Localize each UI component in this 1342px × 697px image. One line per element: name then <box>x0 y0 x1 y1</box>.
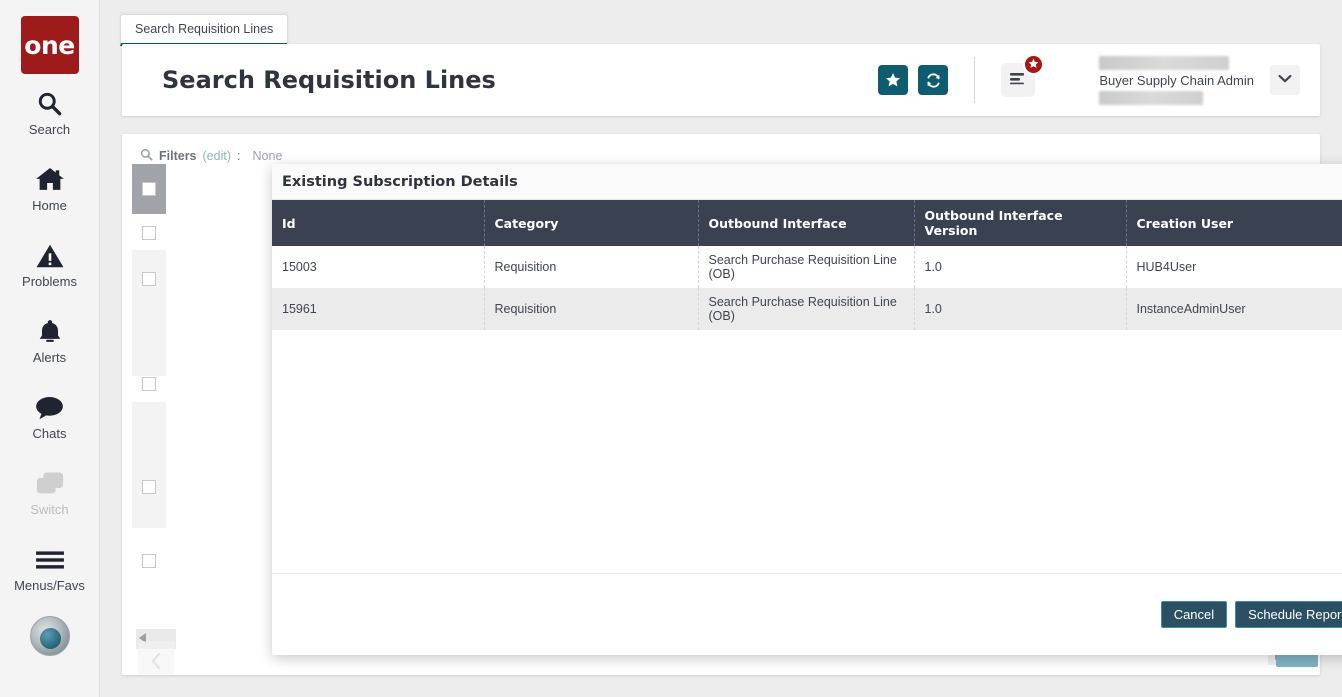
filters-value: None <box>252 149 283 163</box>
star-icon <box>885 72 901 88</box>
column-header-id[interactable]: Id <box>272 200 485 246</box>
sidebar-item-search[interactable]: Search <box>0 74 100 150</box>
table-row[interactable]: 15003 Requisition Search Purchase Requis… <box>272 246 1342 288</box>
row-checkbox[interactable] <box>142 377 156 391</box>
table-body: 15003 Requisition Search Purchase Requis… <box>272 246 1342 330</box>
chat-bubble-icon <box>35 393 64 423</box>
dialog-titlebar: Existing Subscription Details <box>272 164 1342 200</box>
row-checkbox-cell[interactable] <box>132 226 166 240</box>
user-menu-button[interactable] <box>1270 65 1300 95</box>
warning-triangle-icon <box>36 241 64 271</box>
cell-id[interactable]: 15003 <box>272 246 485 288</box>
sidebar-item-problems[interactable]: Problems <box>0 226 100 302</box>
table-row[interactable]: 15961 Requisition Search Purchase Requis… <box>272 288 1342 330</box>
sidebar-item-label: Alerts <box>32 349 67 365</box>
sidebar-item-home[interactable]: Home <box>0 150 100 226</box>
chevron-left-icon <box>150 652 162 675</box>
sidebar-item-menus-favs[interactable]: Menus/Favs <box>0 530 100 606</box>
row-band <box>132 402 166 528</box>
menu-button-wrap <box>1001 54 1045 97</box>
cell-outbound-interface-version: 1.0 <box>914 246 1127 288</box>
sidebar-item-switch[interactable]: Switch <box>0 454 100 530</box>
redacted-user-org <box>1099 90 1204 105</box>
tab-label: Search Requisition Lines <box>135 22 274 36</box>
list-menu-icon <box>1009 71 1027 90</box>
sidebar-item-label: Home <box>32 197 67 213</box>
search-icon <box>140 148 153 164</box>
row-checkbox[interactable] <box>142 554 156 568</box>
row-checkbox[interactable] <box>142 480 156 494</box>
row-checkbox[interactable] <box>142 272 156 286</box>
avatar[interactable] <box>29 616 70 656</box>
main-area: Search Requisition Lines Search Requisit… <box>100 0 1342 697</box>
cell-outbound-interface-version: 1.0 <box>914 288 1127 330</box>
existing-subscription-details-dialog: Existing Subscription Details Id Categor… <box>272 164 1342 655</box>
panel-collapse-button[interactable] <box>138 641 174 675</box>
close-icon[interactable] <box>1338 171 1342 193</box>
page-header: Search Requisition Lines Buyer Supply Ch… <box>122 44 1320 116</box>
tab-strip: Search Requisition Lines <box>100 0 1342 46</box>
tab-search-requisition-lines[interactable]: Search Requisition Lines <box>120 14 289 46</box>
home-icon <box>35 165 65 195</box>
sidebar-item-label: Switch <box>30 501 69 517</box>
filters-bar[interactable]: Filters (edit) : None <box>140 148 282 164</box>
search-icon <box>36 89 63 119</box>
row-band <box>132 250 166 376</box>
cell-category: Requisition <box>484 288 699 330</box>
cell-outbound-interface: Search Purchase Requisition Line (OB) <box>698 288 915 330</box>
sidebar-item-label: Search <box>28 121 71 137</box>
user-role-label: Buyer Supply Chain Admin <box>1099 72 1254 88</box>
sidebar-item-label: Chats <box>32 425 67 441</box>
column-header-creation-user[interactable]: Creation User <box>1126 200 1342 246</box>
table-header-row: Id Category Outbound Interface Outbound … <box>272 200 1342 246</box>
cell-id[interactable]: 15961 <box>272 288 485 330</box>
sidebar-item-chats[interactable]: Chats <box>0 378 100 454</box>
select-all-header-cell[interactable] <box>132 164 166 214</box>
sidebar-item-alerts[interactable]: Alerts <box>0 302 100 378</box>
switch-cards-icon <box>36 469 64 499</box>
star-icon <box>1028 56 1039 74</box>
header-actions: Buyer Supply Chain Admin <box>868 44 1320 116</box>
redacted-user-name <box>1099 55 1230 70</box>
dialog-body: Id Category Outbound Interface Outbound … <box>272 200 1342 573</box>
bell-icon <box>37 317 63 347</box>
chevron-down-icon <box>1278 71 1292 89</box>
filters-edit-link[interactable]: (edit) <box>203 149 231 163</box>
select-all-checkbox[interactable] <box>142 182 156 196</box>
table-header: Id Category Outbound Interface Outbound … <box>272 200 1342 246</box>
cell-category: Requisition <box>484 246 699 288</box>
cell-creation-user: InstanceAdminUser <box>1126 288 1342 330</box>
filters-colon: : <box>237 149 241 163</box>
row-checkbox-cell[interactable] <box>132 272 166 286</box>
page-title: Search Requisition Lines <box>162 66 496 94</box>
dialog-footer: Cancel Schedule Report <box>272 573 1342 655</box>
subscription-table: Id Category Outbound Interface Outbound … <box>272 200 1342 330</box>
status-badge[interactable] <box>1023 54 1045 75</box>
filters-label: Filters <box>159 149 197 163</box>
row-checkbox-cell[interactable] <box>132 480 166 494</box>
left-nav-rail: one Search Home Problems Alerts Chats Sw… <box>0 0 100 697</box>
column-header-outbound-interface-version[interactable]: Outbound Interface Version <box>914 200 1127 246</box>
row-checkbox-cell[interactable] <box>132 554 166 568</box>
sidebar-item-label: Problems <box>22 273 77 289</box>
brand-logo[interactable]: one <box>20 16 79 74</box>
header-divider <box>974 57 976 103</box>
schedule-report-button[interactable]: Schedule Report <box>1235 601 1342 628</box>
dialog-title: Existing Subscription Details <box>282 173 518 190</box>
refresh-button[interactable] <box>918 65 949 95</box>
brand-logo-text: one <box>24 30 75 60</box>
sidebar-item-label: Menus/Favs <box>14 577 85 593</box>
row-checkbox-cell[interactable] <box>132 377 166 391</box>
favorite-button[interactable] <box>878 65 909 95</box>
column-header-outbound-interface[interactable]: Outbound Interface <box>698 200 915 246</box>
refresh-icon <box>925 72 942 89</box>
cancel-button[interactable]: Cancel <box>1160 601 1228 628</box>
cell-creation-user: HUB4User <box>1126 246 1342 288</box>
hamburger-icon <box>35 545 65 575</box>
column-header-category[interactable]: Category <box>484 200 699 246</box>
cell-outbound-interface: Search Purchase Requisition Line (OB) <box>698 246 915 288</box>
row-checkbox[interactable] <box>142 226 156 240</box>
user-block[interactable]: Buyer Supply Chain Admin <box>1099 55 1254 105</box>
